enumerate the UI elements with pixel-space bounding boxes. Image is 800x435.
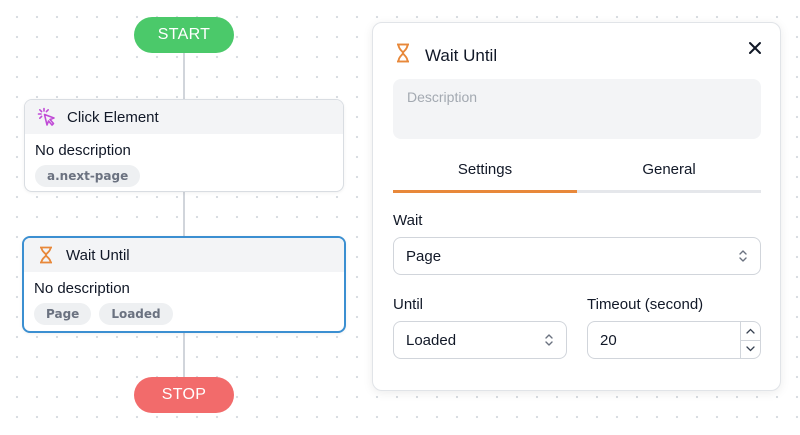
start-node[interactable]: START: [134, 17, 234, 53]
node-description: No description: [35, 142, 131, 159]
wait-select-value: Page: [406, 247, 442, 265]
close-button[interactable]: [744, 37, 766, 59]
hourglass-icon: [395, 43, 411, 68]
tab-settings[interactable]: Settings: [393, 153, 577, 193]
connector-line: [183, 192, 185, 236]
node-title: Click Element: [67, 108, 159, 126]
node-title: Wait Until: [66, 246, 130, 264]
timeout-input[interactable]: 20: [588, 332, 740, 349]
close-icon: [749, 42, 761, 54]
timeout-label: Timeout (second): [587, 296, 704, 313]
wait-select[interactable]: Page: [393, 237, 761, 275]
hourglass-icon: [36, 245, 56, 265]
chevron-up-down-icon: [545, 334, 553, 346]
panel-header: Wait Until: [395, 43, 497, 68]
node-header: Wait Until: [24, 238, 344, 272]
panel-tabs: Settings General: [393, 153, 761, 193]
chevron-down-icon: [746, 346, 755, 352]
timeout-stepper[interactable]: 20: [587, 321, 761, 359]
wait-label: Wait: [393, 212, 423, 229]
increment-button[interactable]: [741, 322, 760, 341]
click-element-node[interactable]: Click Element No description a.next-page: [24, 99, 344, 192]
cursor-click-icon: [37, 107, 57, 127]
stop-node[interactable]: STOP: [134, 377, 234, 413]
node-header: Click Element: [25, 100, 343, 134]
chevron-up-icon: [746, 328, 755, 334]
until-state-chip: Loaded: [99, 303, 173, 325]
decrement-button[interactable]: [741, 341, 760, 359]
tab-general[interactable]: General: [577, 153, 761, 190]
until-select-value: Loaded: [406, 331, 457, 349]
node-description: No description: [34, 280, 130, 297]
block-settings-panel: Wait Until Settings General Wait Page Un…: [372, 22, 781, 391]
until-select[interactable]: Loaded: [393, 321, 567, 359]
stop-label: STOP: [161, 386, 207, 403]
selector-chip: a.next-page: [35, 165, 141, 187]
connector-line: [183, 333, 185, 377]
connector-line: [183, 53, 185, 99]
wait-until-node[interactable]: Wait Until No description Page Loaded: [22, 236, 346, 333]
panel-title: Wait Until: [425, 45, 498, 65]
until-label: Until: [393, 296, 424, 313]
wait-type-chip: Page: [34, 303, 92, 325]
start-label: START: [157, 26, 211, 43]
description-input[interactable]: [393, 79, 761, 139]
chevron-up-down-icon: [739, 250, 747, 262]
